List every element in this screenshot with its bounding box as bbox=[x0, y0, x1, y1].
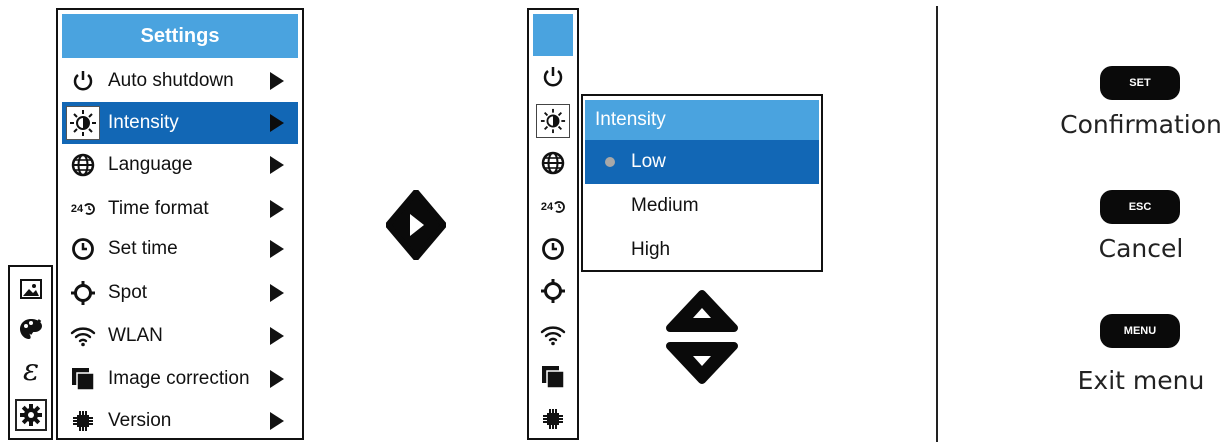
time-format-icon: 24 bbox=[540, 201, 554, 213]
menu-key[interactable]: MENU bbox=[1100, 314, 1180, 348]
strip-item-wlan[interactable] bbox=[536, 318, 570, 352]
intensity-submenu: Intensity Low Medium High bbox=[581, 94, 823, 272]
submenu-title: Intensity bbox=[585, 100, 819, 140]
menu-item-label: Spot bbox=[108, 282, 148, 303]
arrow-right-icon bbox=[385, 189, 447, 261]
category-image[interactable] bbox=[15, 273, 47, 305]
menu-item-time-format[interactable]: 24 Time format bbox=[62, 188, 298, 230]
menu-item-version[interactable]: Version bbox=[62, 400, 298, 442]
option-label: High bbox=[631, 239, 671, 260]
up-button[interactable] bbox=[664, 290, 740, 332]
chevron-right-icon bbox=[270, 284, 284, 302]
chip-icon bbox=[543, 409, 563, 429]
option-low[interactable]: Low bbox=[585, 140, 819, 184]
menu-item-label: WLAN bbox=[108, 325, 163, 346]
strip-item-language[interactable] bbox=[536, 146, 570, 180]
menu-item-image-correction[interactable]: Image correction bbox=[62, 358, 298, 400]
menu-item-set-time[interactable]: Set time bbox=[62, 228, 298, 270]
menu-item-label: Auto shutdown bbox=[108, 70, 234, 91]
clock-icon bbox=[66, 232, 100, 266]
option-medium[interactable]: Medium bbox=[585, 184, 819, 228]
menu-item-label: Language bbox=[108, 154, 193, 175]
menu-item-language[interactable]: Language bbox=[62, 144, 298, 186]
strip-title-bar bbox=[533, 14, 573, 56]
brightness-icon bbox=[66, 106, 100, 140]
strip-item-image-correction[interactable] bbox=[536, 360, 570, 394]
category-strip: ε bbox=[8, 265, 53, 440]
option-label: Medium bbox=[631, 195, 699, 216]
image-icon bbox=[20, 279, 42, 299]
menu-item-intensity[interactable]: Intensity bbox=[62, 102, 298, 144]
globe-icon bbox=[541, 151, 565, 175]
chevron-right-icon bbox=[270, 240, 284, 258]
strip-item-intensity[interactable] bbox=[536, 104, 570, 138]
radio-empty-icon bbox=[605, 245, 615, 255]
palette-icon bbox=[20, 319, 42, 339]
crosshair-icon bbox=[66, 276, 100, 310]
brightness-icon bbox=[540, 108, 566, 134]
settings-menu-title: Settings bbox=[62, 14, 298, 58]
arrow-down-icon bbox=[666, 342, 738, 384]
menu-key-label: MENU bbox=[1100, 314, 1180, 348]
arrow-up-icon bbox=[666, 290, 738, 332]
wifi-icon bbox=[66, 319, 100, 353]
menu-item-auto-shutdown[interactable]: Auto shutdown bbox=[62, 60, 298, 102]
esc-key-label: ESC bbox=[1100, 190, 1180, 224]
down-button[interactable] bbox=[664, 342, 740, 384]
crosshair-icon bbox=[541, 279, 565, 303]
option-high[interactable]: High bbox=[585, 228, 819, 272]
category-emissivity[interactable]: ε bbox=[15, 355, 47, 387]
set-key-label: SET bbox=[1100, 66, 1180, 100]
category-palette[interactable] bbox=[15, 313, 47, 345]
chevron-right-icon bbox=[270, 156, 284, 174]
strip-item-auto-shutdown[interactable] bbox=[536, 60, 570, 94]
menu-item-label: Image correction bbox=[108, 368, 250, 389]
cancel-label: Cancel bbox=[1098, 234, 1184, 263]
right-arrow-button[interactable] bbox=[385, 189, 447, 261]
power-icon bbox=[66, 64, 100, 98]
gear-icon bbox=[20, 404, 42, 426]
radio-selected-icon bbox=[605, 157, 615, 167]
option-label: Low bbox=[631, 151, 666, 172]
chevron-right-icon bbox=[270, 370, 284, 388]
radio-empty-icon bbox=[605, 201, 615, 211]
chip-icon bbox=[66, 404, 100, 438]
strip-item-time-format[interactable]: 24 bbox=[536, 190, 570, 224]
category-settings[interactable] bbox=[15, 399, 47, 431]
divider bbox=[936, 6, 938, 442]
emissivity-icon: ε bbox=[22, 353, 40, 388]
chevron-right-icon bbox=[270, 72, 284, 90]
menu-item-label: Intensity bbox=[108, 112, 179, 133]
settings-icon-strip: 24 bbox=[527, 8, 579, 440]
menu-item-label: Time format bbox=[108, 198, 209, 219]
time-format-icon: 24 bbox=[66, 192, 100, 226]
power-icon bbox=[543, 67, 563, 87]
strip-item-set-time[interactable] bbox=[536, 232, 570, 266]
menu-item-label: Version bbox=[108, 410, 172, 431]
menu-item-spot[interactable]: Spot bbox=[62, 272, 298, 314]
wifi-icon bbox=[540, 326, 566, 346]
chevron-right-icon bbox=[270, 327, 284, 345]
clock-icon bbox=[542, 238, 564, 260]
confirmation-label: Confirmation bbox=[1060, 110, 1222, 139]
strip-item-version[interactable] bbox=[536, 402, 570, 436]
chevron-right-icon bbox=[270, 412, 284, 430]
settings-menu: Settings Auto shutdown Intensity Languag… bbox=[56, 8, 304, 440]
menu-item-wlan[interactable]: WLAN bbox=[62, 315, 298, 357]
set-key[interactable]: SET bbox=[1100, 66, 1180, 100]
menu-item-label: Set time bbox=[108, 238, 178, 259]
image-correction-icon bbox=[542, 366, 565, 389]
strip-item-spot[interactable] bbox=[536, 274, 570, 308]
esc-key[interactable]: ESC bbox=[1100, 190, 1180, 224]
globe-icon bbox=[66, 148, 100, 182]
chevron-right-icon bbox=[270, 114, 284, 132]
image-correction-icon bbox=[66, 362, 100, 396]
exit-menu-label: Exit menu bbox=[1077, 366, 1205, 395]
chevron-right-icon bbox=[270, 200, 284, 218]
